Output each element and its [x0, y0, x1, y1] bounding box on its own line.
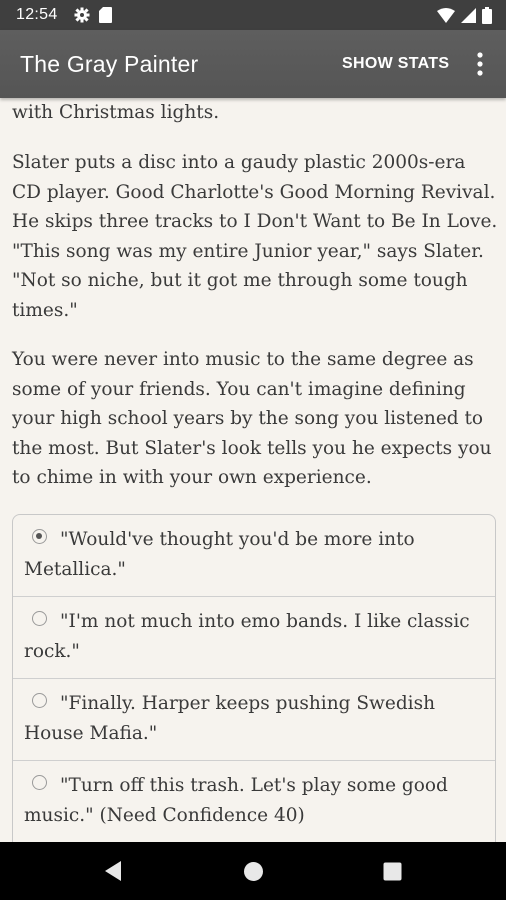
app-bar: The Gray Painter SHOW STATS [0, 30, 506, 98]
story-content: with Christmas lights. Slater puts a dis… [0, 98, 506, 842]
status-time: 12:54 [16, 6, 58, 23]
app-title: The Gray Painter [20, 51, 199, 77]
status-left-icons [74, 7, 112, 23]
home-icon [244, 862, 263, 881]
gear-icon [74, 7, 90, 23]
recents-button[interactable] [383, 862, 402, 885]
story-paragraph: with Christmas lights. [12, 102, 220, 123]
more-vert-icon [477, 52, 483, 76]
status-right-icons [437, 6, 492, 24]
choice-label: "I'm not much into emo bands. I like cla… [24, 611, 470, 662]
story-paragraph: Slater puts a disc into a gaudy plastic … [12, 152, 498, 321]
sd-card-icon [99, 7, 112, 23]
battery-icon [482, 6, 492, 24]
show-stats-button[interactable]: SHOW STATS [342, 55, 449, 73]
story-paragraph: You were never into music to the same de… [12, 349, 492, 488]
back-button[interactable] [103, 860, 123, 886]
choice-option[interactable]: "Finally. Harper keeps pushing Swedish H… [13, 679, 495, 761]
wifi-icon [437, 7, 455, 23]
recents-icon [383, 862, 402, 881]
overflow-menu-button[interactable] [468, 50, 492, 78]
signal-icon [461, 7, 476, 23]
home-button[interactable] [243, 861, 264, 886]
back-icon [105, 861, 121, 881]
choice-option[interactable]: "I'm not much into emo bands. I like cla… [13, 597, 495, 679]
choice-label: "Turn off this trash. Let's play some go… [24, 775, 448, 826]
navigation-bar [0, 842, 506, 900]
choice-option[interactable]: "Would've thought you'd be more into Met… [13, 515, 495, 597]
choice-label: "Would've thought you'd be more into Met… [24, 529, 415, 580]
choice-option[interactable]: "Turn off this trash. Let's play some go… [13, 761, 495, 842]
choice-list: "Would've thought you'd be more into Met… [12, 514, 496, 842]
status-bar: 12:54 [0, 0, 506, 30]
choice-label: "Finally. Harper keeps pushing Swedish H… [24, 693, 435, 744]
